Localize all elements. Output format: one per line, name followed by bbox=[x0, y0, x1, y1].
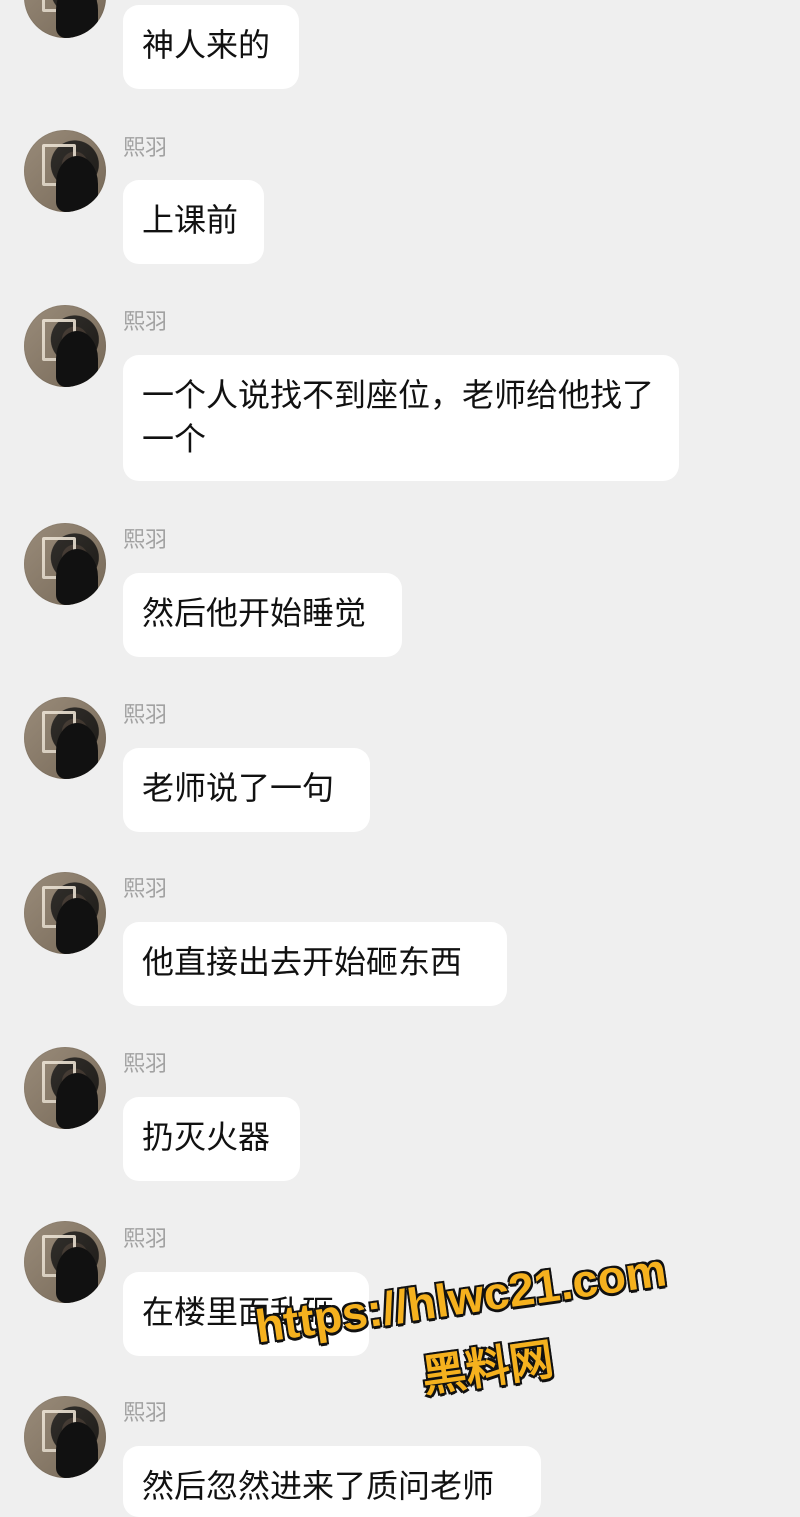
avatar[interactable] bbox=[24, 130, 106, 212]
message-bubble[interactable]: 他直接出去开始砸东西 bbox=[123, 922, 507, 1006]
sender-name: 熙羽 bbox=[123, 528, 168, 553]
avatar[interactable] bbox=[24, 305, 106, 387]
sender-name: 熙羽 bbox=[123, 877, 168, 902]
sender-name: 熙羽 bbox=[123, 136, 168, 161]
avatar[interactable] bbox=[24, 0, 106, 38]
message-bubble[interactable]: 一个人说找不到座位，老师给他找了一个 bbox=[123, 355, 679, 481]
avatar[interactable] bbox=[24, 872, 106, 954]
sender-name: 熙羽 bbox=[123, 1401, 168, 1426]
avatar[interactable] bbox=[24, 523, 106, 605]
sender-name: 熙羽 bbox=[123, 703, 168, 728]
avatar[interactable] bbox=[24, 1047, 106, 1129]
message-bubble[interactable]: 扔灭火器 bbox=[123, 1097, 300, 1181]
message-bubble[interactable]: 神人来的 bbox=[123, 5, 299, 89]
chat-thread: 神人来的 熙羽 上课前 熙羽 一个人说找不到座位，老师给他找了一个 熙羽 然后他… bbox=[0, 0, 800, 1517]
avatar[interactable] bbox=[24, 697, 106, 779]
sender-name: 熙羽 bbox=[123, 1052, 168, 1077]
message-bubble[interactable]: 上课前 bbox=[123, 180, 264, 264]
avatar[interactable] bbox=[24, 1396, 106, 1478]
sender-name: 熙羽 bbox=[123, 1227, 168, 1252]
message-bubble[interactable]: 在楼里面乱砸 bbox=[123, 1272, 369, 1356]
message-bubble[interactable]: 然后他开始睡觉 bbox=[123, 573, 402, 657]
message-bubble[interactable]: 然后忽然进来了质问老师 bbox=[123, 1446, 541, 1517]
message-bubble[interactable]: 老师说了一句 bbox=[123, 748, 370, 832]
avatar[interactable] bbox=[24, 1221, 106, 1303]
sender-name: 熙羽 bbox=[123, 310, 168, 335]
